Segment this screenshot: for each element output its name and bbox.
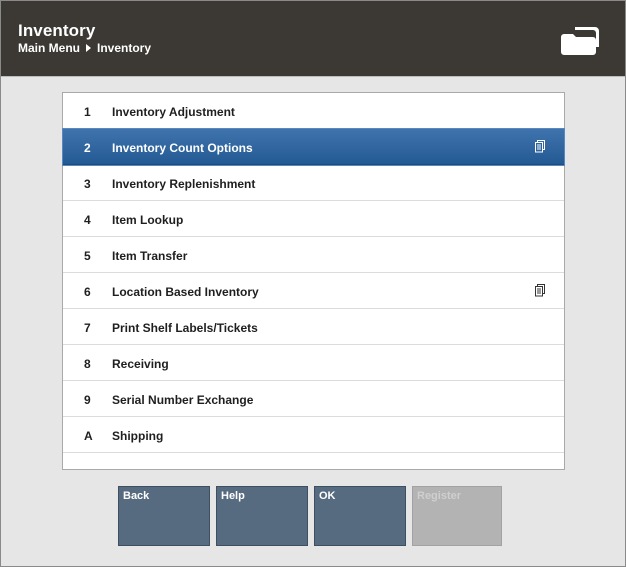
menu-item-key: 7 <box>84 321 91 335</box>
menu-item-inventory-count-options[interactable]: 2 Inventory Count Options <box>62 128 565 166</box>
breadcrumb-main-menu[interactable]: Main Menu <box>18 41 80 55</box>
menu-item-label: Inventory Replenishment <box>112 177 256 191</box>
menu-item-label: Item Lookup <box>112 213 184 227</box>
menu-item-label: Serial Number Exchange <box>112 393 254 407</box>
menu-item-inventory-adjustment[interactable]: 1 Inventory Adjustment <box>63 93 564 129</box>
menu-item-item-transfer[interactable]: 5 Item Transfer <box>63 237 564 273</box>
ok-button-label: OK <box>319 490 336 502</box>
menu-item-label: Inventory Count Options <box>112 141 253 155</box>
menu-item-label: Print Shelf Labels/Tickets <box>112 321 258 335</box>
register-button-label: Register <box>417 490 462 502</box>
header-bar: Inventory Main Menu Inventory <box>1 1 625 76</box>
back-button-label: Back <box>123 490 150 502</box>
menu-item-key: 4 <box>84 213 91 227</box>
menu-item-label: Receiving <box>112 357 169 371</box>
menu-item-key: 5 <box>84 249 91 263</box>
submenu-icon <box>535 140 545 153</box>
menu-item-shipping[interactable]: A Shipping <box>63 417 564 453</box>
ok-button[interactable]: OK <box>314 486 406 546</box>
menu-item-key: 3 <box>84 177 91 191</box>
submenu-icon <box>535 284 545 297</box>
register-button[interactable]: Register <box>412 486 502 546</box>
app-window: Inventory Main Menu Inventory 1 Inventor… <box>0 0 626 567</box>
menu-item-key: 1 <box>84 105 91 119</box>
menu-item-key: 2 <box>84 141 91 155</box>
menu-item-label: Location Based Inventory <box>112 285 259 299</box>
help-button[interactable]: Help <box>216 486 308 546</box>
menu-item-key: 8 <box>84 357 91 371</box>
menu-item-key: 6 <box>84 285 91 299</box>
breadcrumb: Main Menu Inventory <box>18 41 151 55</box>
help-button-label: Help <box>221 490 245 502</box>
menu-item-key: 9 <box>84 393 91 407</box>
menu-list: 1 Inventory Adjustment 2 Inventory Count… <box>62 92 565 470</box>
header-divider <box>1 76 625 77</box>
breadcrumb-inventory: Inventory <box>97 41 152 55</box>
menu-item-inventory-replenishment[interactable]: 3 Inventory Replenishment <box>63 165 564 201</box>
menu-item-label: Item Transfer <box>112 249 188 263</box>
menu-item-location-based-inventory[interactable]: 6 Location Based Inventory <box>63 273 564 309</box>
page-title: Inventory <box>18 21 96 40</box>
menu-item-item-lookup[interactable]: 4 Item Lookup <box>63 201 564 237</box>
menu-item-key: A <box>84 429 93 443</box>
menu-item-label: Inventory Adjustment <box>112 105 235 119</box>
breadcrumb-separator-icon <box>86 44 91 52</box>
menu-item-print-shelf-labels[interactable]: 7 Print Shelf Labels/Tickets <box>63 309 564 345</box>
menu-item-serial-number-exchange[interactable]: 9 Serial Number Exchange <box>63 381 564 417</box>
menu-item-label: Shipping <box>112 429 164 443</box>
back-button[interactable]: Back <box>118 486 210 546</box>
screen-stack-icon <box>561 27 599 55</box>
menu-item-receiving[interactable]: 8 Receiving <box>63 345 564 381</box>
